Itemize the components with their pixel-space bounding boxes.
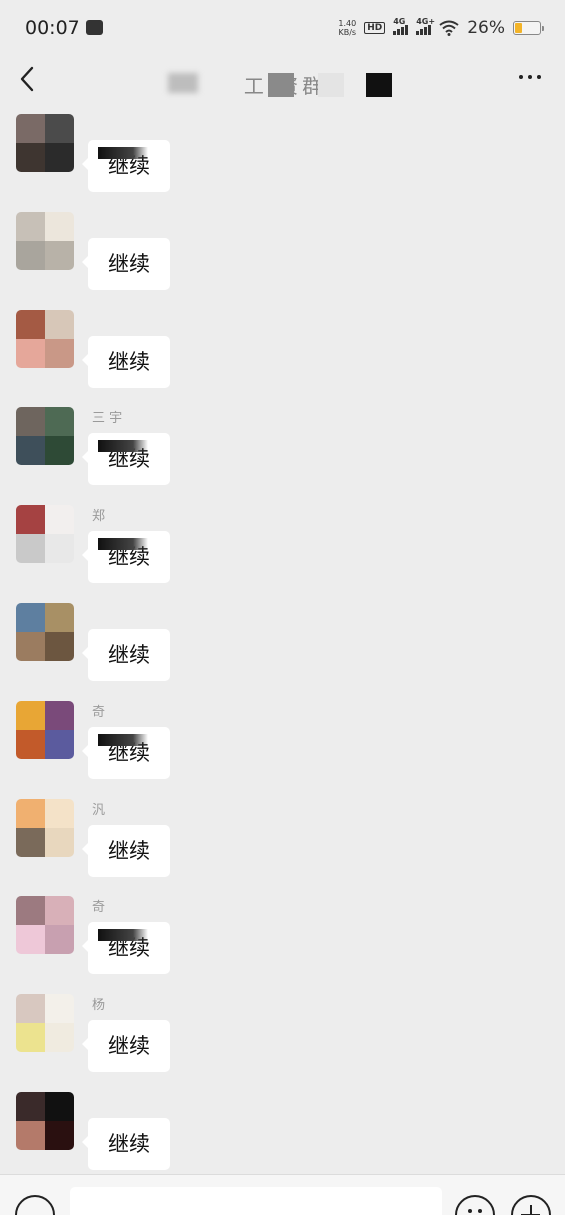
redaction-mark xyxy=(98,147,148,159)
redaction-mark xyxy=(98,929,148,942)
message-input[interactable] xyxy=(70,1187,442,1215)
notification-icon xyxy=(86,20,103,35)
battery-icon xyxy=(513,21,544,35)
message-bubble[interactable]: 继续 xyxy=(82,335,170,388)
sender-name: 奇 xyxy=(92,900,106,916)
emoji-icon[interactable] xyxy=(455,1195,495,1215)
status-bar: 00:07 1.40 KB/s HD 4G 4G+ 26% xyxy=(0,0,565,56)
sender-name: 杨 xyxy=(92,998,106,1014)
message-row: 继续 xyxy=(0,211,565,310)
avatar[interactable] xyxy=(16,505,74,564)
avatar[interactable] xyxy=(16,211,74,270)
message-row: 奇继续 xyxy=(0,896,565,994)
message-row: 汎继续 xyxy=(0,798,565,897)
avatar[interactable] xyxy=(16,798,74,857)
network-speed-value: 1.40 xyxy=(338,19,357,28)
avatar[interactable] xyxy=(16,700,74,759)
message-bubble[interactable]: 继续 xyxy=(82,629,170,681)
status-time: 00:07 xyxy=(25,17,80,39)
signal-sim2-label: 4G+ xyxy=(416,17,436,26)
message-row: 杨继续 xyxy=(0,994,565,1092)
title-redaction xyxy=(366,73,392,97)
plus-icon[interactable] xyxy=(511,1195,551,1215)
message-bubble[interactable]: 继续 xyxy=(82,1118,170,1170)
title-redaction xyxy=(318,73,344,97)
network-speed-unit: KB/s xyxy=(338,28,357,37)
hd-icon: HD xyxy=(364,22,386,34)
avatar[interactable] xyxy=(16,309,74,368)
sender-name: 奇 xyxy=(92,704,106,720)
avatar[interactable] xyxy=(16,603,74,661)
redaction-mark xyxy=(98,538,148,551)
battery-level xyxy=(515,23,522,33)
message-row: 继续 xyxy=(0,114,565,212)
message-bubble[interactable]: 继续 xyxy=(82,237,170,290)
avatar[interactable] xyxy=(16,114,74,172)
message-row: 继续 xyxy=(0,603,565,701)
input-bar xyxy=(0,1174,565,1215)
title-redaction xyxy=(268,73,294,97)
message-bubble[interactable]: 继续 xyxy=(82,824,170,877)
sender-name: 三 宇 xyxy=(92,411,123,427)
avatar[interactable] xyxy=(16,896,74,955)
avatar[interactable] xyxy=(16,994,74,1053)
message-row: 继续 xyxy=(0,309,565,408)
title-redaction xyxy=(168,73,198,93)
sender-name: 汎 xyxy=(92,802,106,818)
signal-sim2-icon: 4G+ xyxy=(416,17,435,35)
status-indicators: 1.40 KB/s HD 4G 4G+ 26% xyxy=(338,16,544,40)
chevron-left-icon[interactable] xyxy=(16,64,40,94)
redaction-mark xyxy=(98,733,148,746)
signal-sim1-icon: 4G xyxy=(393,17,409,35)
wifi-icon xyxy=(439,20,459,36)
avatar[interactable] xyxy=(16,1092,74,1150)
more-dots-icon[interactable] xyxy=(519,75,541,79)
message-row: 郑 继续 xyxy=(0,505,565,603)
message-bubble[interactable]: 继续 xyxy=(82,1020,170,1073)
signal-sim1-label: 4G xyxy=(393,17,406,26)
message-row: 三 宇继续 xyxy=(0,407,565,505)
battery-percent: 26% xyxy=(467,18,505,38)
redaction-mark xyxy=(98,440,148,453)
sender-name: 郑 xyxy=(92,509,106,525)
voice-icon[interactable] xyxy=(15,1195,55,1215)
network-speed: 1.40 KB/s xyxy=(338,19,356,37)
message-row: 奇继续 xyxy=(0,700,565,799)
avatar[interactable] xyxy=(16,407,74,466)
